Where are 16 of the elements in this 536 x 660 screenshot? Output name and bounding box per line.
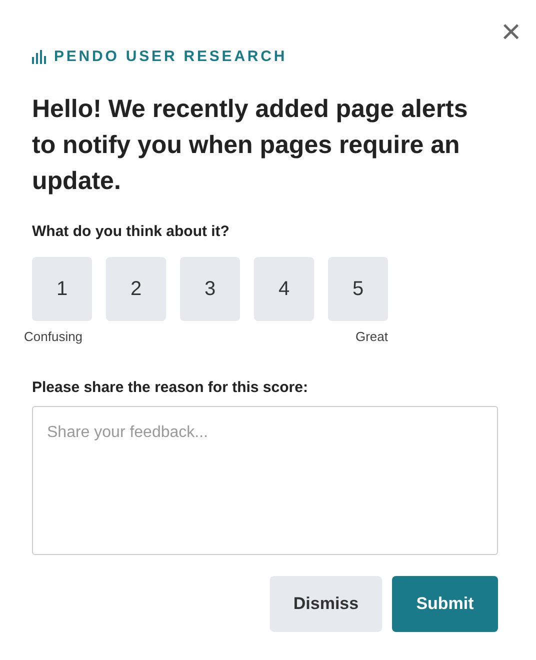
close-button[interactable]: × xyxy=(496,14,526,50)
scale-high-label: Great xyxy=(355,328,388,346)
rating-option[interactable]: 4 xyxy=(254,257,314,321)
rating-option[interactable]: 3 xyxy=(180,257,240,321)
bar-chart-icon xyxy=(32,50,46,64)
brand-title: PENDO USER RESEARCH xyxy=(54,47,288,67)
heading: Hello! We recently added page alerts to notify you when pages require an update. xyxy=(32,94,469,196)
rating-option[interactable]: 1 xyxy=(32,257,92,321)
scale-low-label: Confusing xyxy=(24,328,83,346)
rating-option[interactable]: 2 xyxy=(106,257,166,321)
dismiss-button[interactable]: Dismiss xyxy=(270,576,382,632)
question-label: What do you think about it? xyxy=(32,222,230,242)
reason-label: Please share the reason for this score: xyxy=(32,378,309,398)
submit-button[interactable]: Submit xyxy=(392,576,498,632)
feedback-field[interactable]: Share your feedback... xyxy=(32,406,498,555)
rating-option[interactable]: 5 xyxy=(328,257,388,321)
